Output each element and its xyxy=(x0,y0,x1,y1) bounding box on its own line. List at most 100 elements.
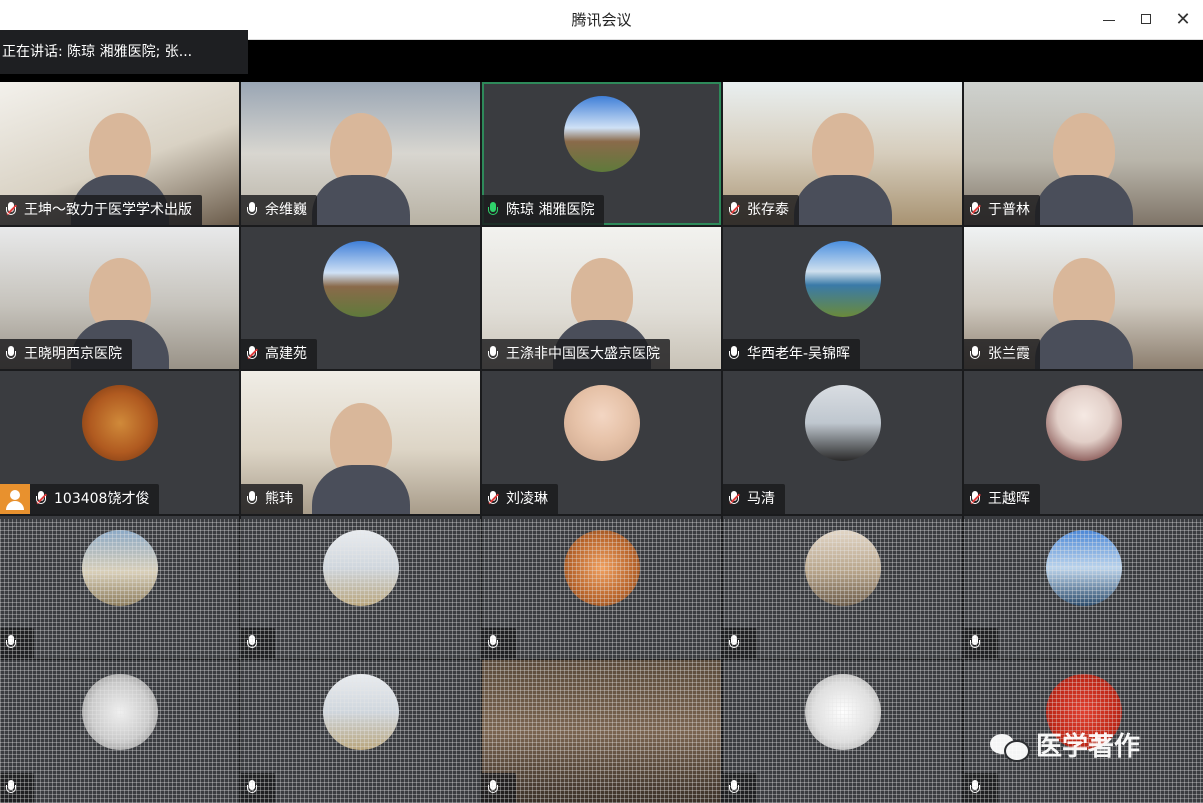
participant-name: 高建苑 xyxy=(265,346,307,363)
participant-name: 陈琼 湘雅医院 xyxy=(506,201,595,218)
mic-icon xyxy=(6,635,16,651)
participant-tile-obscured[interactable] xyxy=(241,515,480,659)
mic-icon xyxy=(729,635,739,651)
mic-muted-icon xyxy=(729,490,740,507)
participant-name: 张存泰 xyxy=(747,201,789,218)
participant-tile[interactable]: 刘凌琳 xyxy=(482,371,721,514)
mic-icon xyxy=(970,780,980,796)
participant-tile[interactable]: 高建苑 xyxy=(241,226,480,370)
mic-icon xyxy=(247,490,257,507)
participant-video xyxy=(1034,113,1133,225)
mic-muted-icon xyxy=(488,490,499,507)
participant-tile[interactable]: 于普林 xyxy=(964,82,1203,225)
participant-label: 华西老年-吴锦晖 xyxy=(723,339,861,370)
mic-icon xyxy=(970,346,980,362)
avatar xyxy=(1045,385,1122,462)
mic-muted-icon xyxy=(970,490,981,507)
participant-tile-obscured[interactable] xyxy=(0,515,239,659)
participant-label: 刘凌琳 xyxy=(482,483,558,514)
participant-label: 马清 xyxy=(723,483,785,514)
watermark-text: 医学著作 xyxy=(1036,732,1141,762)
avatar xyxy=(81,529,158,606)
participant-tile[interactable]: 王越晖 xyxy=(964,371,1203,514)
user-icon xyxy=(0,483,30,514)
participant-name: 马清 xyxy=(747,490,775,507)
participant-label: 王涤非中国医大盛京医院 xyxy=(482,339,670,370)
participant-label xyxy=(0,773,34,803)
mic-muted-icon xyxy=(247,346,258,362)
participant-tile[interactable]: 王坤～致力于医学学术出版 xyxy=(0,82,239,225)
watermark: 医学著作 xyxy=(990,724,1140,770)
avatar xyxy=(322,529,399,606)
participant-name: 103408饶才俊 xyxy=(54,490,150,507)
participant-name: 王涤非中国医大盛京医院 xyxy=(506,346,660,363)
participant-tile[interactable]: 熊玮 xyxy=(241,371,480,514)
participant-name: 王越晖 xyxy=(988,490,1030,507)
minimize-icon[interactable] xyxy=(1096,8,1122,32)
speaking-indicator: 正在讲话: 陈琼 湘雅医院; 张... xyxy=(0,30,248,74)
avatar xyxy=(81,674,158,751)
mic-icon xyxy=(247,635,257,651)
avatar xyxy=(804,674,881,751)
participant-label: 高建苑 xyxy=(241,339,317,370)
participant-tile[interactable]: 王涤非中国医大盛京医院 xyxy=(482,226,721,370)
participant-label xyxy=(482,773,516,803)
mic-muted-icon xyxy=(6,201,17,218)
mic-icon xyxy=(970,635,980,651)
close-icon[interactable]: ✕ xyxy=(1170,8,1196,32)
avatar xyxy=(322,240,399,317)
participant-tile[interactable]: 张兰霞 xyxy=(964,226,1203,370)
participant-label xyxy=(723,773,757,803)
participant-tile-obscured[interactable] xyxy=(482,660,721,803)
participant-name: 王晓明西京医院 xyxy=(24,346,122,363)
participant-name: 张兰霞 xyxy=(988,346,1030,363)
participant-name: 王坤～致力于医学学术出版 xyxy=(24,201,192,218)
participant-tile[interactable]: 王晓明西京医院 xyxy=(0,226,239,370)
participant-tile-obscured[interactable] xyxy=(0,660,239,803)
mic-icon xyxy=(488,780,498,796)
participant-video xyxy=(552,257,651,370)
participant-label: 陈琼 湘雅医院 xyxy=(482,194,605,225)
participant-name: 于普林 xyxy=(988,201,1030,218)
participant-video xyxy=(311,113,410,225)
participant-name: 熊玮 xyxy=(265,490,293,507)
mic-speaking-icon xyxy=(488,201,498,218)
participant-label: 于普林 xyxy=(964,194,1040,225)
participant-tile[interactable]: 张存泰 xyxy=(723,82,962,225)
mic-muted-icon xyxy=(36,490,47,507)
participant-tile-obscured[interactable] xyxy=(723,515,962,659)
avatar xyxy=(81,385,158,462)
participant-tile-active-speaker[interactable]: 陈琼 湘雅医院 xyxy=(482,82,721,225)
participant-tile[interactable]: 103408饶才俊 xyxy=(0,371,239,514)
avatar xyxy=(322,674,399,751)
mic-icon xyxy=(6,346,16,362)
participant-video xyxy=(793,113,892,225)
participant-video xyxy=(311,402,410,514)
participant-label xyxy=(964,628,998,659)
mic-icon xyxy=(729,780,739,796)
participant-video xyxy=(70,113,169,225)
avatar xyxy=(804,529,881,606)
participant-name: 余维巍 xyxy=(265,201,307,218)
participant-label: 余维巍 xyxy=(241,194,317,225)
participant-tile-obscured[interactable] xyxy=(723,660,962,803)
participant-label xyxy=(241,773,275,803)
participant-tile[interactable]: 余维巍 xyxy=(241,82,480,225)
participant-video xyxy=(1034,257,1133,370)
participant-tile[interactable]: 华西老年-吴锦晖 xyxy=(723,226,962,370)
mic-muted-icon xyxy=(970,201,981,218)
mic-icon xyxy=(488,346,498,362)
avatar xyxy=(563,96,640,172)
avatar xyxy=(563,385,640,462)
maximize-icon[interactable] xyxy=(1134,8,1160,32)
participant-tile-obscured[interactable] xyxy=(482,515,721,659)
participant-tile-obscured[interactable] xyxy=(241,660,480,803)
participant-grid: 王坤～致力于医学学术出版 余维巍 陈琼 湘雅医院 张存泰 于普林 王晓明西京医院… xyxy=(0,82,1203,803)
participant-name: 刘凌琳 xyxy=(506,490,548,507)
mic-icon xyxy=(247,780,257,796)
participant-tile[interactable]: 马清 xyxy=(723,371,962,514)
participant-label: 张兰霞 xyxy=(964,339,1040,370)
participant-tile-obscured[interactable] xyxy=(964,515,1203,659)
participant-label xyxy=(964,773,998,803)
mic-icon xyxy=(6,780,16,796)
